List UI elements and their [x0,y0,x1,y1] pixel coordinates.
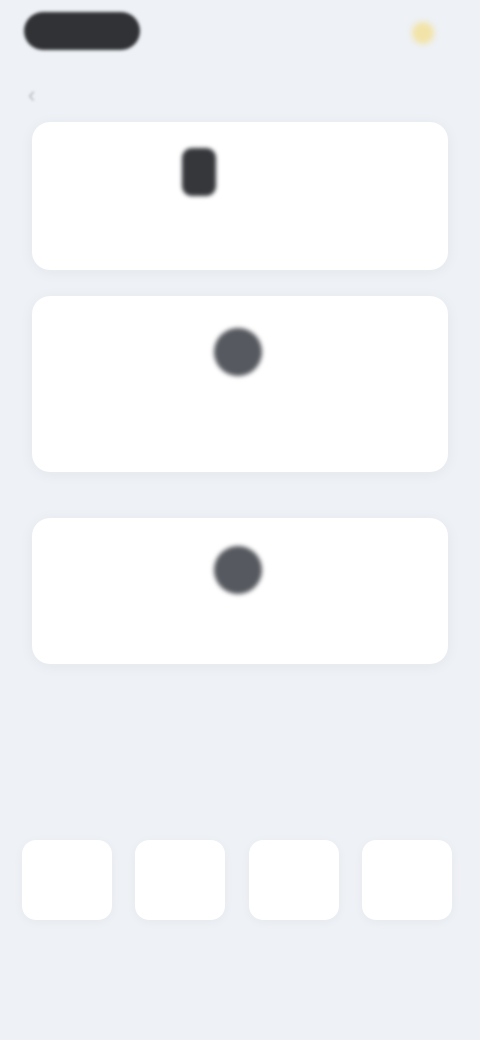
navigation-bar: ‹ [0,76,480,116]
chevron-left-icon[interactable]: ‹ [28,84,50,106]
grid-item[interactable] [133,790,233,960]
status-pill [24,12,140,50]
grid-item[interactable] [247,790,347,960]
home-indicator [0,1010,480,1040]
grid-item-box[interactable] [22,840,112,920]
grid-item-box[interactable] [248,840,339,920]
page-title [190,86,290,104]
sun-icon [412,22,434,44]
brand-logo-icon [182,148,216,196]
info-card[interactable] [32,296,448,472]
info-circle-icon [214,328,262,376]
shortcut-grid [20,790,460,960]
grid-item[interactable] [20,790,120,960]
grid-item-box[interactable] [361,840,452,920]
support-circle-icon [214,546,262,594]
brand-row [182,144,226,200]
support-card[interactable] [32,518,448,664]
brand-card [32,122,448,270]
grid-item[interactable] [360,790,460,960]
grid-item-box[interactable] [135,840,226,920]
status-bar [0,0,480,70]
